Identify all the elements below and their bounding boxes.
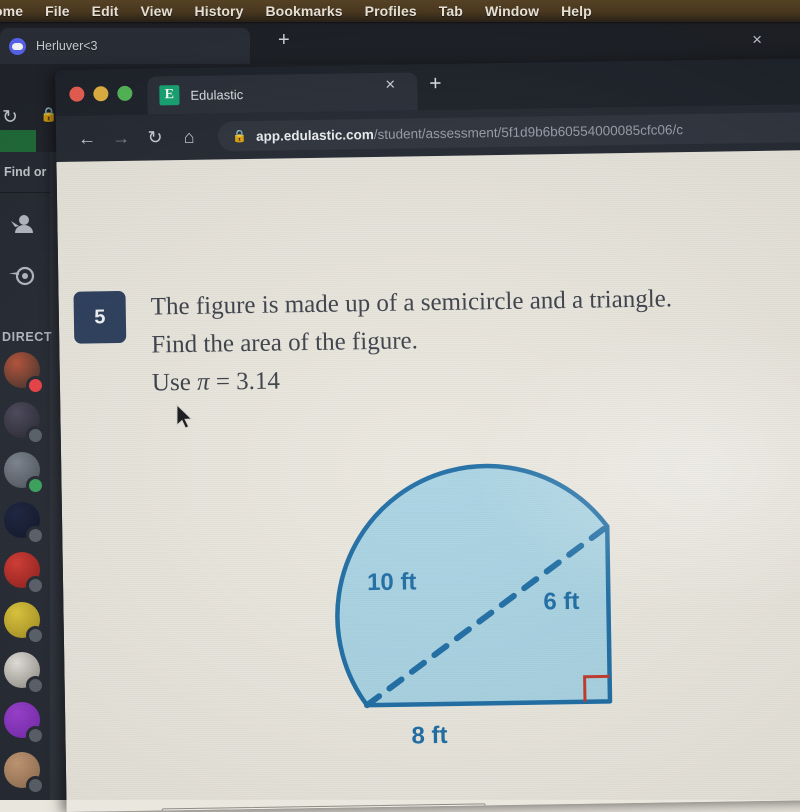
edulastic-page: 5 The figure is made up of a semicircle … [56,149,800,812]
answer-input[interactable] [161,803,487,812]
question-number-badge: 5 [73,290,127,344]
lock-icon: 🔒 [231,128,248,144]
close-icon[interactable]: × [752,31,762,48]
menu-item-help[interactable]: Help [550,3,603,19]
macos-menu-bar: omeFileEditViewHistoryBookmarksProfilesT… [0,0,800,22]
geometry-figure: 10 ft 6 ft 8 ft [251,441,636,749]
discord-dm-sidebar: Find or DIRECT [0,152,53,800]
reload-icon[interactable]: ↻ [2,106,18,129]
url-path: /student/assessment/5f1d9b6b60554000085c… [373,121,684,142]
forward-icon[interactable]: → [104,127,138,149]
new-tab-icon[interactable]: + [429,72,442,95]
tab-title: Edulastic [190,86,244,103]
discord-tab[interactable]: Herluver<3 [0,28,250,64]
edulastic-favicon-icon: E [159,85,180,106]
sidebar-item-friends[interactable] [0,200,50,248]
discord-logo-icon [9,37,26,55]
menu-item-ome[interactable]: ome [0,3,34,19]
sidebar-divider [0,192,50,193]
menu-item-tab[interactable]: Tab [428,3,474,19]
menu-item-window[interactable]: Window [474,3,550,19]
menu-item-file[interactable]: File [34,3,81,19]
dm-avatar-2-status [26,426,45,445]
sidebar-item-nitro[interactable] [0,252,50,300]
direct-messages-header: DIRECT [2,330,53,344]
dm-avatar-3-status [26,476,45,495]
label-diagonal: 10 ft [366,568,417,597]
menu-item-view[interactable]: View [129,3,183,19]
window-close-button[interactable] [69,86,85,102]
dm-avatar-5-status [26,576,45,595]
question-prompt: The figure is made up of a semicircle an… [150,278,800,402]
window-maximize-button[interactable] [117,85,133,102]
dm-avatar-7-status [26,676,45,695]
pi-value: = 3.14 [209,367,281,396]
menu-item-history[interactable]: History [184,3,255,19]
nitro-icon [6,260,38,292]
dm-avatar-6-status [26,626,45,645]
menu-item-bookmarks[interactable]: Bookmarks [254,3,353,19]
dm-avatar-9-status [26,776,45,795]
label-bottom: 8 ft [411,721,448,750]
dm-avatar-4-status [26,526,45,545]
pi-symbol: π [196,368,210,396]
tab-edulastic[interactable]: E Edulastic [147,72,418,115]
menu-item-profiles[interactable]: Profiles [354,3,428,19]
use-label: Use [151,368,198,397]
mouse-cursor [176,404,193,429]
friends-icon [6,208,38,240]
find-conversation-label[interactable]: Find or [0,165,54,179]
discord-tab-title: Herluver<3 [36,39,98,53]
chrome-browser-window: E Edulastic × + ← → ↻ ⌂ 🔒 app.edulastic.… [55,57,800,812]
home-icon[interactable]: ⌂ [172,126,206,148]
tab-close-icon[interactable]: × [385,75,395,94]
reload-icon[interactable]: ↻ [138,127,172,149]
address-bar-url: app.edulastic.com/student/assessment/5f1… [256,122,683,144]
menu-item-edit[interactable]: Edit [81,3,130,19]
dm-avatar-8-status [26,726,45,745]
url-host: app.edulastic.com [255,126,374,144]
window-minimize-button[interactable] [93,86,109,102]
back-icon[interactable]: ← [70,128,104,150]
address-bar[interactable]: 🔒 app.edulastic.com/student/assessment/5… [217,112,800,152]
label-right-side: 6 ft [543,587,580,616]
new-tab-icon[interactable]: + [278,30,290,50]
dm-avatar-1-status [26,376,45,395]
